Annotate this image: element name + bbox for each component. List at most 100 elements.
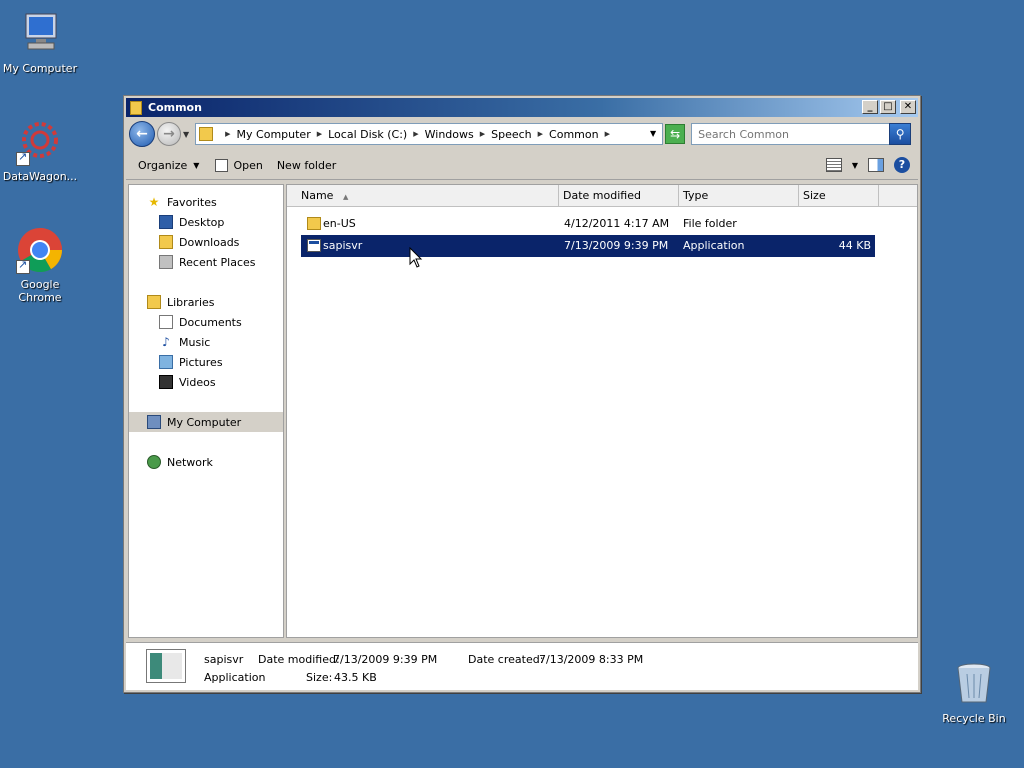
column-header-size[interactable]: Size — [799, 185, 879, 207]
nav-item-desktop[interactable]: Desktop — [129, 212, 283, 232]
column-header-date[interactable]: Date modified — [559, 185, 679, 207]
nav-item-libraries[interactable]: Libraries — [129, 292, 283, 312]
nav-item-network[interactable]: Network — [129, 452, 283, 472]
application-icon — [307, 239, 321, 252]
search-button[interactable]: ⚲ — [889, 123, 912, 145]
folder-icon — [199, 127, 214, 141]
chevron-right-icon[interactable]: ▶ — [317, 130, 322, 138]
column-label: Type — [683, 189, 709, 202]
view-tools: ▼ ? — [825, 157, 910, 173]
window-controls: _ □ ✕ — [862, 100, 916, 114]
maximize-button[interactable]: □ — [880, 100, 896, 114]
refresh-button[interactable]: ⇆ — [665, 124, 686, 144]
new-folder-label: New folder — [276, 159, 337, 172]
shortcut-arrow-icon — [16, 258, 30, 274]
mouse-cursor-icon — [409, 247, 423, 268]
recent-places-icon — [159, 255, 173, 269]
details-size: 43.5 KB — [334, 671, 377, 684]
back-button[interactable]: ← — [129, 121, 155, 147]
window-title: Common — [148, 101, 202, 114]
file-name: sapisvr — [323, 239, 363, 252]
title-bar[interactable]: Common _ □ ✕ — [126, 98, 918, 117]
videos-icon — [159, 375, 173, 389]
details-date-created: 7/13/2009 8:33 PM — [539, 653, 644, 666]
nav-label: Recent Places — [179, 255, 256, 269]
nav-item-music[interactable]: ♪ Music — [129, 332, 283, 352]
search-input[interactable] — [698, 127, 889, 141]
table-row[interactable]: sapisvr 7/13/2009 9:39 PM Application 44… — [301, 235, 875, 257]
nav-item-videos[interactable]: Videos — [129, 372, 283, 392]
desktop-icon-google-chrome[interactable]: Google Chrome — [0, 226, 80, 304]
chevron-right-icon[interactable]: ▶ — [605, 130, 610, 138]
nav-label: Favorites — [167, 195, 217, 209]
column-header-type[interactable]: Type — [679, 185, 799, 207]
nav-item-recent-places[interactable]: Recent Places — [129, 252, 283, 272]
nav-label: Libraries — [167, 295, 215, 309]
help-icon[interactable]: ? — [894, 157, 910, 173]
nav-item-my-computer[interactable]: My Computer — [129, 412, 283, 432]
file-name: en-US — [323, 217, 356, 230]
nav-item-pictures[interactable]: Pictures — [129, 352, 283, 372]
column-label: Date modified — [563, 189, 641, 202]
desktop-icon-my-computer[interactable]: My Computer — [0, 10, 80, 75]
nav-item-documents[interactable]: Documents — [129, 312, 283, 332]
chevron-right-icon[interactable]: ▶ — [480, 130, 485, 138]
forward-button[interactable]: → — [157, 122, 181, 146]
network-icon — [147, 455, 161, 469]
file-thumbnail-icon — [146, 649, 186, 683]
open-button[interactable]: Open — [215, 159, 263, 172]
breadcrumb-common[interactable]: Common — [549, 128, 599, 141]
shortcut-arrow-icon — [16, 150, 30, 166]
address-bar[interactable]: ▶ My Computer ▶ Local Disk (C:) ▶ Windows ▶… — [195, 123, 664, 145]
chevron-right-icon[interactable]: ▶ — [413, 130, 418, 138]
new-folder-button[interactable]: New folder — [277, 159, 336, 172]
open-label: Open — [233, 159, 263, 172]
details-pane: sapisvr Application Date modified: 7/13/… — [126, 642, 918, 690]
desktop-icon — [159, 215, 173, 229]
sort-ascending-icon: ▲ — [342, 193, 349, 201]
column-header-name[interactable]: Name ▲ — [287, 185, 559, 207]
desktop-icon-recycle-bin[interactable]: Recycle Bin — [934, 660, 1014, 725]
breadcrumb-windows[interactable]: Windows — [425, 128, 474, 141]
chevron-right-icon[interactable]: ▶ — [225, 130, 230, 138]
column-label: Name — [301, 189, 334, 202]
file-type: File folder — [683, 217, 737, 230]
file-type: Application — [683, 239, 745, 252]
datawagon-gear-icon — [16, 118, 64, 166]
explorer-window: Common _ □ ✕ ← → ▼ ▶ My Computer ▶ Local … — [123, 95, 921, 693]
desktop-icon-datawagon[interactable]: DataWagon... — [0, 118, 80, 183]
nav-item-favorites[interactable]: ★ Favorites — [129, 192, 283, 212]
details-date-modified: 7/13/2009 9:39 PM — [333, 653, 438, 666]
nav-label: Documents — [179, 315, 242, 329]
navigation-pane: ★ Favorites Desktop Downloads Recent Pla… — [128, 184, 284, 638]
preview-pane-icon[interactable] — [868, 158, 884, 172]
recycle-bin-icon — [950, 660, 998, 708]
minimize-button[interactable]: _ — [862, 100, 878, 114]
breadcrumb-my-computer[interactable]: My Computer — [237, 128, 311, 141]
view-details-icon[interactable] — [825, 158, 842, 172]
breadcrumb-local-disk[interactable]: Local Disk (C:) — [328, 128, 407, 141]
nav-label: Pictures — [179, 355, 223, 369]
organize-button[interactable]: Organize ▼ — [138, 159, 199, 172]
recent-pages-dropdown[interactable]: ▼ — [183, 130, 189, 139]
file-size: 44 KB — [838, 239, 871, 252]
details-file-name: sapisvr — [204, 653, 244, 666]
star-icon: ★ — [148, 195, 160, 209]
details-date-modified-label: Date modified: — [258, 653, 340, 666]
folder-icon — [130, 100, 142, 115]
close-button[interactable]: ✕ — [900, 100, 916, 114]
nav-label: Desktop — [179, 215, 225, 229]
desktop-icon-label: Recycle Bin — [942, 712, 1006, 725]
breadcrumb-speech[interactable]: Speech — [491, 128, 532, 141]
chevron-down-icon: ▼ — [193, 161, 200, 170]
nav-item-downloads[interactable]: Downloads — [129, 232, 283, 252]
nav-label: Music — [179, 335, 211, 349]
search-box: ⚲ — [691, 123, 912, 145]
chevron-down-icon[interactable]: ▼ — [852, 161, 858, 170]
column-headers: Name ▲ Date modified Type Size — [287, 185, 917, 207]
pictures-icon — [159, 355, 173, 369]
table-row[interactable]: en-US 4/12/2011 4:17 AM File folder — [301, 213, 875, 235]
chevron-right-icon[interactable]: ▶ — [538, 130, 543, 138]
computer-icon — [16, 10, 64, 58]
address-dropdown-icon[interactable]: ▼ — [650, 129, 656, 138]
